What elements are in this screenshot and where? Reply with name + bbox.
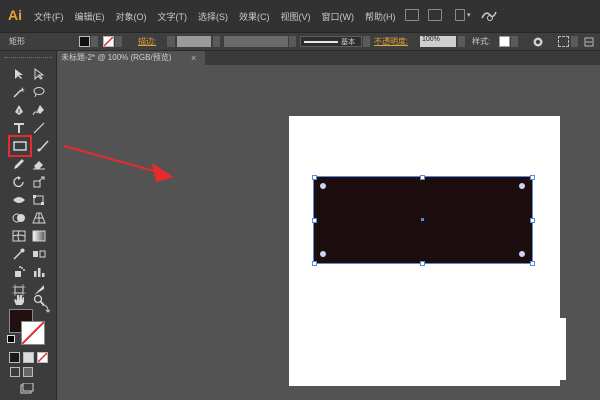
menu-select[interactable]: 选择(S) bbox=[198, 10, 228, 23]
perspective-grid-icon[interactable] bbox=[32, 212, 46, 224]
stroke-color-swatch[interactable] bbox=[103, 36, 114, 47]
bounding-handle-top-left[interactable] bbox=[312, 175, 317, 180]
graphic-style-swatch[interactable] bbox=[499, 36, 510, 47]
menu-object[interactable]: 对象(O) bbox=[116, 10, 147, 23]
hand-icon[interactable] bbox=[12, 294, 26, 306]
pencil-icon[interactable] bbox=[12, 158, 26, 170]
center-point bbox=[421, 218, 424, 221]
eyedropper-icon[interactable] bbox=[12, 248, 26, 260]
free-transform-icon[interactable] bbox=[32, 194, 46, 206]
object-type-label: 矩形 bbox=[9, 37, 25, 46]
menu-window[interactable]: 窗口(W) bbox=[322, 10, 355, 23]
default-colors-icon[interactable] bbox=[7, 335, 15, 343]
menu-help[interactable]: 帮助(H) bbox=[365, 10, 396, 23]
direct-selection-tool-icon[interactable] bbox=[32, 68, 46, 80]
screen-mode-icon[interactable] bbox=[20, 383, 34, 395]
stroke-weight-stepper[interactable] bbox=[167, 36, 175, 47]
rotate-icon[interactable] bbox=[12, 176, 26, 188]
style-dropdown[interactable] bbox=[511, 36, 518, 47]
menu-effect[interactable]: 效果(C) bbox=[239, 10, 270, 23]
align-to-icon[interactable] bbox=[558, 36, 569, 47]
tools-panel bbox=[0, 51, 57, 400]
bounding-handle-top-center[interactable] bbox=[420, 175, 425, 180]
document-tab-bar: 未标题-2* @ 100% (RGB/预览) × bbox=[57, 51, 600, 65]
document-tab[interactable]: 未标题-2* @ 100% (RGB/预览) × bbox=[57, 51, 205, 65]
stroke-dropdown[interactable] bbox=[115, 36, 122, 47]
stroke-weight-dropdown[interactable] bbox=[213, 36, 220, 47]
curvature-tool-icon[interactable] bbox=[32, 104, 46, 116]
panel-grip[interactable] bbox=[4, 57, 52, 61]
recolor-artwork-icon[interactable] bbox=[532, 36, 544, 48]
style-label: 样式: bbox=[472, 37, 491, 46]
scale-icon[interactable] bbox=[32, 176, 46, 188]
gpu-performance-icon[interactable] bbox=[480, 8, 498, 22]
illustrator-window: Ai 文件(F) 编辑(E) 对象(O) 文字(T) 选择(S) 效果(C) 视… bbox=[0, 0, 600, 400]
more-options-icon[interactable] bbox=[584, 37, 594, 47]
stroke-weight-label[interactable]: 描边: bbox=[138, 36, 156, 47]
none-mode-button[interactable] bbox=[37, 352, 48, 363]
color-mode-button[interactable] bbox=[9, 352, 20, 363]
fill-color-swatch[interactable] bbox=[79, 36, 90, 47]
brush-definition-label: 基本 bbox=[341, 39, 355, 46]
type-tool-icon[interactable] bbox=[12, 122, 26, 134]
opacity-label[interactable]: 不透明度: bbox=[374, 36, 408, 47]
draw-behind-button[interactable] bbox=[23, 367, 33, 377]
paintbrush-icon[interactable] bbox=[36, 140, 50, 152]
bounding-handle-middle-left[interactable] bbox=[312, 218, 317, 223]
close-tab-icon[interactable]: × bbox=[191, 51, 196, 65]
opacity-value: 100% bbox=[422, 36, 440, 43]
eraser-icon[interactable] bbox=[32, 158, 46, 170]
menu-type[interactable]: 文字(T) bbox=[158, 10, 188, 23]
app-logo: Ai bbox=[8, 7, 22, 23]
bounding-handle-bottom-left[interactable] bbox=[312, 261, 317, 266]
stroke-weight-field[interactable] bbox=[177, 36, 211, 47]
align-dropdown[interactable] bbox=[571, 36, 578, 47]
main-menu: 文件(F) 编辑(E) 对象(O) 文字(T) 选择(S) 效果(C) 视图(V… bbox=[34, 10, 396, 23]
arrange-documents-button[interactable] bbox=[455, 9, 465, 21]
gradient-mode-button[interactable] bbox=[23, 352, 34, 363]
stroke-color-box[interactable] bbox=[21, 321, 45, 345]
draw-normal-button[interactable] bbox=[10, 367, 20, 377]
profile-dropdown[interactable] bbox=[289, 36, 296, 47]
bounding-handle-bottom-right[interactable] bbox=[530, 261, 535, 266]
bounding-handle-middle-right[interactable] bbox=[530, 218, 535, 223]
width-tool-icon[interactable] bbox=[12, 194, 26, 206]
mesh-icon[interactable] bbox=[12, 230, 26, 242]
column-graph-icon[interactable] bbox=[32, 266, 46, 278]
corner-widget-bottom-right[interactable] bbox=[519, 251, 525, 257]
shape-builder-icon[interactable] bbox=[12, 212, 26, 224]
bounding-handle-bottom-center[interactable] bbox=[420, 261, 425, 266]
pen-tool-icon[interactable] bbox=[12, 104, 26, 116]
brush-definition-field[interactable]: 基本 bbox=[300, 36, 362, 47]
symbol-sprayer-icon[interactable] bbox=[12, 266, 26, 278]
lasso-icon[interactable] bbox=[32, 86, 46, 98]
fill-dropdown[interactable] bbox=[91, 36, 98, 47]
gradient-icon[interactable] bbox=[32, 230, 46, 242]
line-tool-icon[interactable] bbox=[32, 122, 46, 134]
document-tab-title: 未标题-2* @ 100% (RGB/预览) bbox=[61, 53, 172, 62]
corner-widget-top-left[interactable] bbox=[320, 183, 326, 189]
selection-tool-icon[interactable] bbox=[12, 68, 26, 80]
opacity-dropdown[interactable] bbox=[458, 36, 465, 47]
corner-widget-top-right[interactable] bbox=[519, 183, 525, 189]
rectangle-tool-icon[interactable] bbox=[13, 140, 27, 152]
control-bar: 矩形 描边: 基本 不透明度: 100% 样式: bbox=[0, 33, 600, 51]
menu-file[interactable]: 文件(F) bbox=[34, 10, 64, 23]
bounding-handle-top-right[interactable] bbox=[530, 175, 535, 180]
swap-icon[interactable] bbox=[40, 303, 50, 313]
menu-view[interactable]: 视图(V) bbox=[281, 10, 311, 23]
artboard-edge bbox=[560, 318, 566, 380]
arrange-dropdown-icon[interactable]: ▾ bbox=[467, 11, 471, 19]
menu-bar: Ai 文件(F) 编辑(E) 对象(O) 文字(T) 选择(S) 效果(C) 视… bbox=[0, 0, 600, 33]
corner-widget-bottom-left[interactable] bbox=[320, 251, 326, 257]
menu-edit[interactable]: 编辑(E) bbox=[75, 10, 105, 23]
blend-icon[interactable] bbox=[32, 248, 46, 260]
bridge-button[interactable] bbox=[405, 9, 419, 21]
brush-dropdown[interactable] bbox=[363, 36, 370, 47]
opacity-field[interactable]: 100% bbox=[420, 36, 456, 47]
stock-button[interactable] bbox=[428, 9, 442, 21]
variable-width-profile[interactable] bbox=[224, 36, 288, 47]
magic-wand-icon[interactable] bbox=[12, 86, 26, 98]
